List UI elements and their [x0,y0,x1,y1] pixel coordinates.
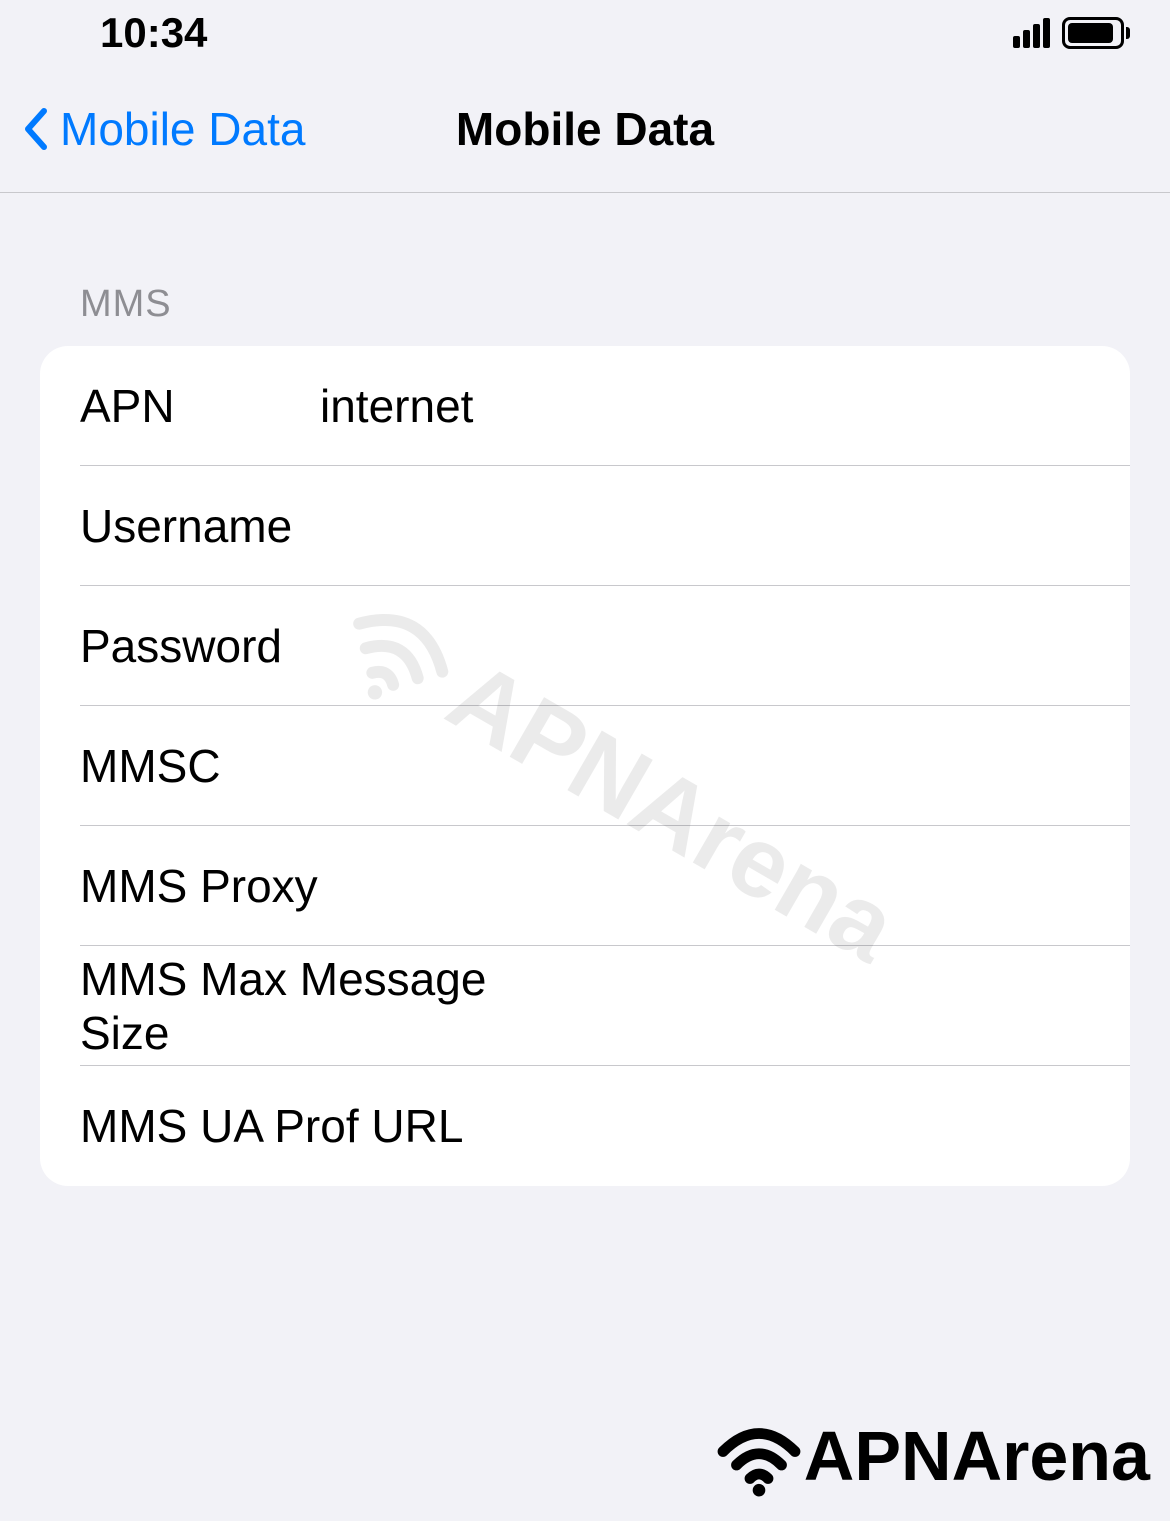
password-row[interactable]: Password [40,586,1130,706]
mms-ua-prof-row[interactable]: MMS UA Prof URL [40,1066,1130,1186]
back-label: Mobile Data [60,102,305,156]
username-label: Username [80,499,320,553]
apn-label: APN [80,379,320,433]
mmsc-label: MMSC [80,739,320,793]
status-icons [1013,17,1130,49]
content-area: MMS APN internet Username Password [0,193,1170,1186]
apn-row[interactable]: APN internet [40,346,1130,466]
cellular-signal-icon [1013,18,1050,48]
back-button[interactable]: Mobile Data [0,102,305,156]
battery-icon [1062,17,1130,49]
mmsc-row[interactable]: MMSC [40,706,1130,826]
mms-max-size-row[interactable]: MMS Max Message Size [40,946,1130,1066]
username-row[interactable]: Username [40,466,1130,586]
page-title: Mobile Data [456,102,714,156]
apn-value[interactable]: internet [320,379,1090,433]
navigation-bar: Mobile Data Mobile Data [0,66,1170,193]
mms-proxy-label: MMS Proxy [80,859,585,913]
mms-max-size-label: MMS Max Message Size [80,952,585,1060]
mms-ua-prof-label: MMS UA Prof URL [80,1099,585,1153]
password-label: Password [80,619,320,673]
mms-proxy-row[interactable]: MMS Proxy [40,826,1130,946]
watermark-bottom: APNArena [714,1411,1150,1501]
chevron-left-icon [22,107,48,151]
mms-settings-group: APN internet Username Password MMSC [40,346,1130,1186]
wifi-icon [714,1411,804,1501]
status-time: 10:34 [100,9,207,57]
section-header-mms: MMS [40,193,1130,346]
status-bar: 10:34 [0,0,1170,66]
